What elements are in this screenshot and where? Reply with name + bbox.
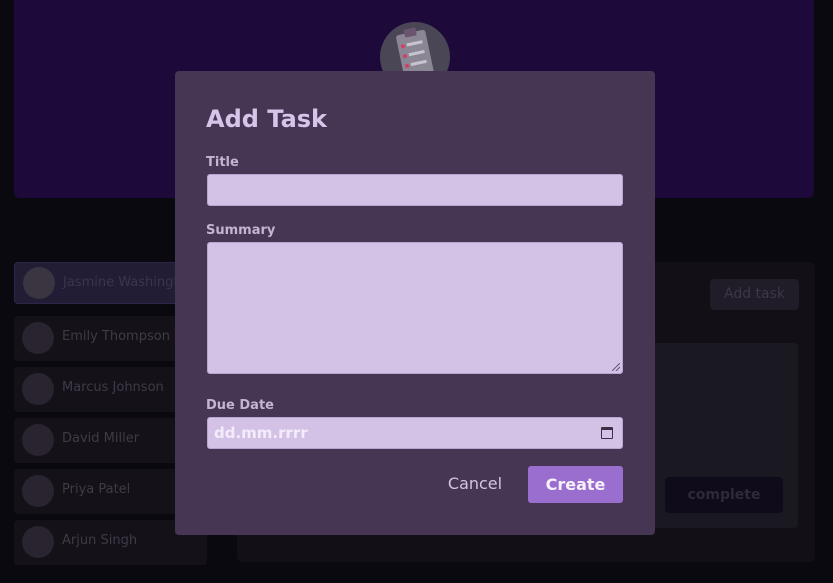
due-date-placeholder: dd.mm.rrrr xyxy=(214,424,308,442)
add-task-modal: Add Task Title Summary Due Date dd.mm.rr… xyxy=(175,71,655,535)
user-name: David Miller xyxy=(62,431,140,446)
avatar xyxy=(22,526,54,558)
summary-textarea[interactable] xyxy=(207,242,623,374)
user-name: Emily Thompson xyxy=(62,329,170,344)
due-date-input[interactable]: dd.mm.rrrr xyxy=(207,417,623,449)
summary-label: Summary xyxy=(206,223,276,238)
add-task-button[interactable]: Add task xyxy=(710,279,799,310)
title-input[interactable] xyxy=(207,174,623,206)
modal-title: Add Task xyxy=(206,105,328,133)
avatar xyxy=(22,475,54,507)
due-date-label: Due Date xyxy=(206,398,274,413)
create-button[interactable]: Create xyxy=(528,466,623,503)
user-name: Marcus Johnson xyxy=(62,380,164,395)
resize-handle-icon[interactable] xyxy=(612,363,620,371)
avatar xyxy=(22,424,54,456)
complete-button[interactable]: complete xyxy=(665,477,783,513)
cancel-button[interactable]: Cancel xyxy=(434,471,516,497)
user-name: Arjun Singh xyxy=(62,533,138,548)
avatar xyxy=(22,373,54,405)
calendar-icon[interactable] xyxy=(601,427,613,439)
avatar xyxy=(22,322,54,354)
user-name: Priya Patel xyxy=(62,482,131,497)
title-label: Title xyxy=(206,155,239,170)
avatar xyxy=(23,267,55,299)
